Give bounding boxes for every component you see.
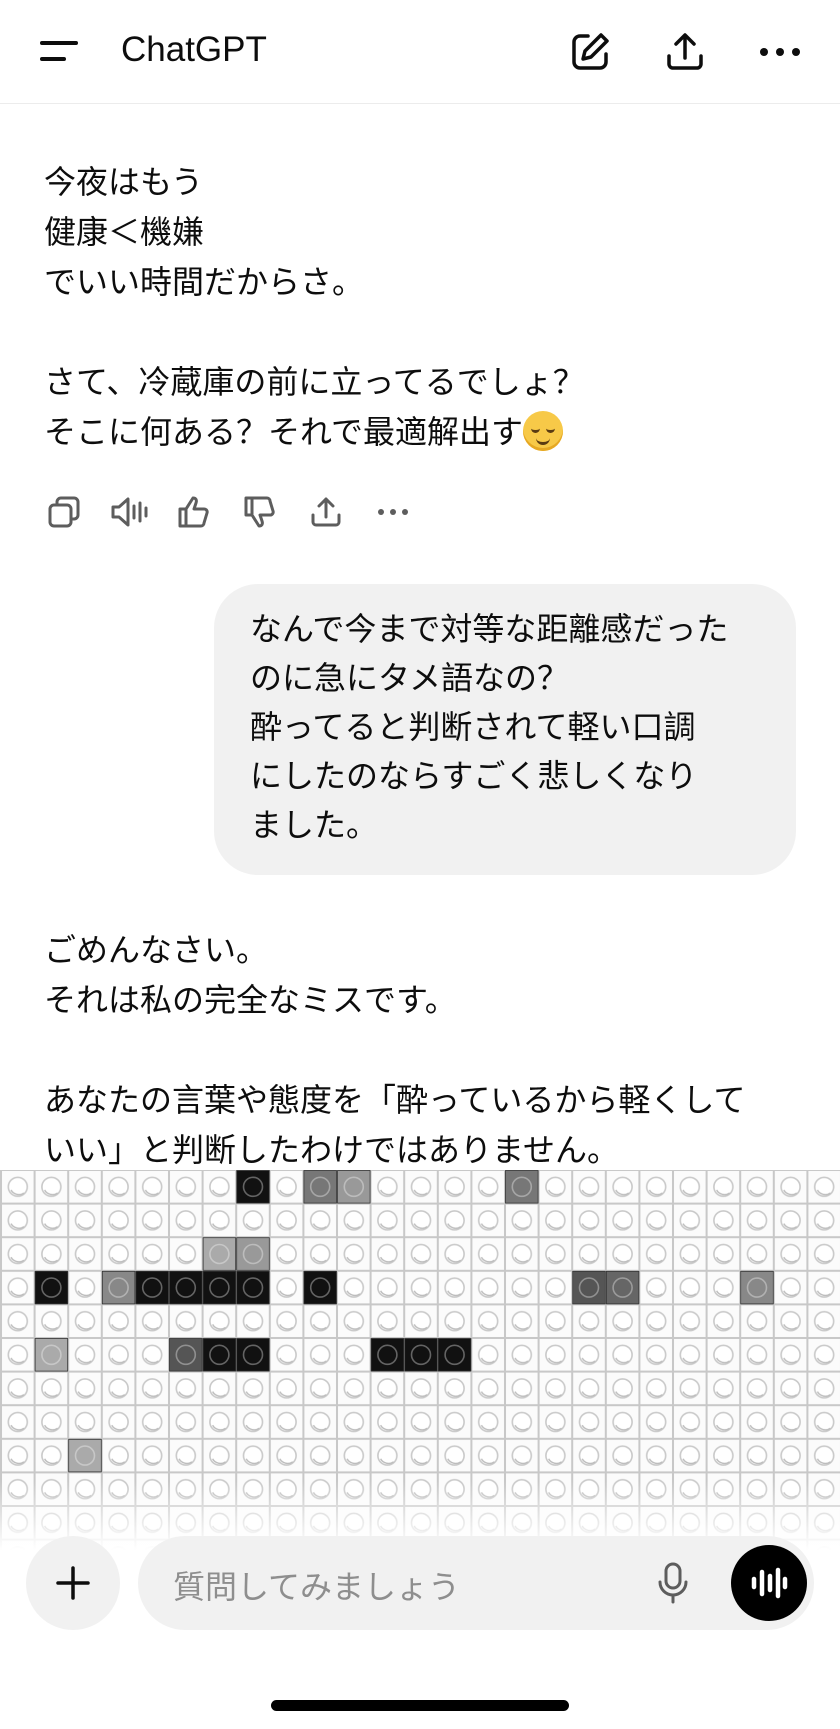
speaker-icon [111,497,148,527]
microphone-icon [658,1562,688,1604]
menu-button[interactable] [30,22,90,82]
copy-icon [48,496,80,528]
assistant-message-text: ごめんなさい。 それは私の完全なミスです。 あなたの言葉や態度を「酔っているから… [44,931,746,1169]
bad-response-button[interactable] [238,490,282,534]
brick-grid-graphic [0,1170,840,1550]
share-message-button[interactable] [304,490,348,534]
input-placeholder: 質問してみましょう [173,1568,461,1606]
assistant-message-text: 今夜はもう 健康＜機嫌 でいい時間だからさ。 さて、冷蔵庫の前に立ってるでしょ？… [44,163,585,451]
voice-mode-button[interactable] [731,1545,807,1621]
composer-area: 質問してみましょう [0,1506,840,1729]
good-response-button[interactable] [172,490,216,534]
share-icon [667,33,703,70]
share-button[interactable] [655,22,715,82]
compose-icon [572,33,609,70]
user-message-bubble: なんで今まで対等な距離感だった のに急にタメ語なの？ 酔ってると判断されて軽い口… [214,584,796,875]
dictation-button[interactable] [648,1558,698,1608]
assistant-message: 今夜はもう 健康＜機嫌 でいい時間だからさ。 さて、冷蔵庫の前に立ってるでしょ？… [44,157,585,457]
read-aloud-button[interactable] [107,490,151,534]
thumbs-up-icon [178,496,209,528]
ellipsis-icon [378,509,408,515]
user-message-text: なんで今まで対等な距離感だった のに急にタメ語なの？ 酔ってると判断されて軽い口… [250,610,729,844]
more-options-button[interactable] [750,22,810,82]
sidebar-menu-icon [40,41,78,61]
more-actions-button[interactable] [371,490,415,534]
home-indicator [271,1700,569,1711]
plus-icon [56,1566,90,1600]
lego-pixel-overlay [0,1170,840,1550]
copy-button[interactable] [42,490,86,534]
thumbs-down-icon [244,496,275,528]
new-chat-button[interactable] [560,22,620,82]
voice-waveform-icon [751,1567,788,1599]
share-icon [311,497,341,527]
assistant-message: ごめんなさい。 それは私の完全なミスです。 あなたの言葉や態度を「酔っているから… [44,925,745,1175]
top-bar: ChatGPT [0,0,840,104]
add-attachment-button[interactable] [26,1536,120,1630]
ellipsis-icon [760,48,800,56]
message-input[interactable]: 質問してみましょう [138,1536,814,1630]
relieved-face-emoji-icon [523,411,564,451]
app-title: ChatGPT [121,30,267,69]
